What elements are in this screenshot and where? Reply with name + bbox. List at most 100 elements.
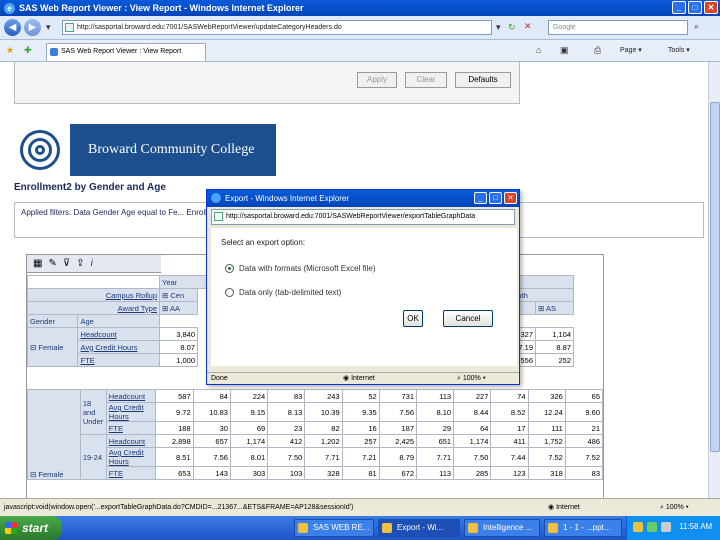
dialog-address: http://sasportal.broward.edu:7001/SASWeb… xyxy=(211,209,515,225)
filter-icon[interactable]: ⊽ xyxy=(63,258,70,269)
campus-rollup-link[interactable]: Campus Rollup xyxy=(27,288,160,302)
address-url: http://sasportal.broward.edu:7001/SASWeb… xyxy=(77,24,342,31)
export-dialog: Export - Windows Internet Explorer _ □ ✕… xyxy=(206,189,520,385)
dialog-page-icon xyxy=(214,212,223,221)
radio-excel[interactable] xyxy=(225,264,234,273)
option-excel[interactable]: Data with formats (Microsoft Excel file) xyxy=(225,264,375,273)
option-text-label: Data only (tab-delimited text) xyxy=(239,288,342,297)
dialog-title-bar: Export - Windows Internet Explorer _ □ ✕ xyxy=(207,190,519,207)
table-options-icon[interactable]: ▦ xyxy=(33,258,42,269)
windows-flag-icon xyxy=(5,522,17,534)
address-dropdown-icon[interactable]: ▾ xyxy=(496,22,501,33)
clear-button[interactable]: Clear xyxy=(405,72,447,88)
female-row-header[interactable]: ⊟ Female xyxy=(26,327,79,367)
age-1924-header: 19-24 xyxy=(79,434,107,480)
cancel-button[interactable]: Cancel xyxy=(443,310,493,327)
age-header: Age xyxy=(77,314,160,328)
history-dropdown-icon[interactable]: ▾ xyxy=(46,22,51,33)
task-sas-web-report[interactable]: SAS WEB RE... xyxy=(294,519,374,537)
south-as-header[interactable]: ⊞ AS xyxy=(535,301,574,315)
feeds-icon[interactable]: ▣ xyxy=(560,45,569,56)
dialog-status-bar: Done ◉ Internet ⌕ 100% ▾ xyxy=(207,372,519,384)
task-app-icon xyxy=(468,523,478,533)
print-icon[interactable]: ⎙ xyxy=(594,45,601,56)
window-controls: _ □ ✕ xyxy=(672,1,718,14)
tab-page-icon xyxy=(50,48,58,56)
tools-menu[interactable]: Tools ▾ xyxy=(668,46,690,54)
start-button[interactable]: start xyxy=(0,516,62,540)
status-text: javascript:void(window.open('...exportTa… xyxy=(4,504,354,511)
address-input[interactable]: http://sasportal.broward.edu:7001/SASWeb… xyxy=(62,20,492,35)
page-icon xyxy=(65,23,74,32)
refresh-icon[interactable]: ↻ xyxy=(508,22,516,33)
home-icon[interactable]: ⌂ xyxy=(536,45,541,55)
forward-icon[interactable]: ▶ xyxy=(24,19,41,36)
task-powerpoint[interactable]: 1 - 1 - ...ppt... xyxy=(544,519,622,537)
gender-header: Gender xyxy=(26,314,79,328)
task-ie-icon xyxy=(382,523,392,533)
address-toolbar: ◀ ▶ ▾ http://sasportal.broward.edu:7001/… xyxy=(0,16,720,40)
favorites-star-icon[interactable]: ★ xyxy=(6,45,14,56)
option-excel-label: Data with formats (Microsoft Excel file) xyxy=(239,264,376,273)
dialog-body: Select an export option: Data with forma… xyxy=(211,228,517,366)
logo-text: Broward Community College xyxy=(88,142,255,157)
campus-central-header[interactable]: ⊞ Cen xyxy=(159,288,198,302)
tray-volume-icon[interactable] xyxy=(661,522,671,532)
add-favorites-icon[interactable]: ✚ xyxy=(24,45,32,56)
defaults-button[interactable]: Defaults xyxy=(455,72,511,88)
window-title-bar: e SAS Web Report Viewer : View Report - … xyxy=(0,0,720,16)
search-input[interactable]: Google xyxy=(548,20,688,35)
browser-status-bar: javascript:void(window.open('...exportTa… xyxy=(0,498,720,516)
radio-text[interactable] xyxy=(225,288,234,297)
age-grid: ⊟ Female 18 and Under Headcount 587 84 22… xyxy=(27,389,604,480)
tray-network-icon[interactable] xyxy=(633,522,643,532)
back-icon[interactable]: ◀ xyxy=(4,19,21,36)
scroll-thumb[interactable] xyxy=(710,102,720,452)
export-icon[interactable]: ⇪ xyxy=(76,258,84,269)
dialog-url: http://sasportal.broward.edu:7001/SASWeb… xyxy=(226,213,476,220)
task-ie-icon xyxy=(298,523,308,533)
option-text[interactable]: Data only (tab-delimited text) xyxy=(225,288,341,297)
dialog-close-icon[interactable]: ✕ xyxy=(504,192,517,204)
female-sub-header[interactable]: ⊟ Female xyxy=(27,389,81,480)
dialog-status-done: Done xyxy=(211,375,228,382)
tray-security-icon[interactable] xyxy=(647,522,657,532)
tools-menu-label: Tools xyxy=(668,47,685,54)
info-icon[interactable]: i xyxy=(91,258,93,269)
dialog-minimize-icon[interactable]: _ xyxy=(474,192,487,204)
page-menu-label: Page xyxy=(620,47,637,54)
dialog-status-zone: ◉ Internet xyxy=(343,375,375,382)
dialog-ie-icon xyxy=(211,193,221,203)
search-icon[interactable]: ⌕ xyxy=(694,21,699,32)
minimize-icon[interactable]: _ xyxy=(672,1,686,14)
task-ppt-icon xyxy=(548,523,558,533)
award-type-link[interactable]: Award Type xyxy=(27,301,160,315)
taskbar: start SAS WEB RE... Export - Wi... Intel… xyxy=(0,516,720,540)
report-title: Enrollment2 by Gender and Age xyxy=(14,182,166,193)
task-export[interactable]: Export - Wi... xyxy=(378,519,460,537)
stop-icon[interactable]: ✕ xyxy=(524,21,532,32)
clock: 11:58 AM xyxy=(679,522,713,531)
window-title: SAS Web Report Viewer : View Report - Wi… xyxy=(19,3,304,13)
close-icon[interactable]: ✕ xyxy=(704,1,718,14)
export-prompt: Select an export option: xyxy=(221,238,306,247)
status-zoom[interactable]: ⌕ 100% ▾ xyxy=(660,499,689,516)
system-tray: 11:58 AM xyxy=(626,516,720,540)
dialog-status-zoom[interactable]: ⌕ 100% ▾ xyxy=(457,373,486,385)
tab-bar: ★ ✚ SAS Web Report Viewer : View Report … xyxy=(0,40,720,62)
ok-button[interactable]: OK xyxy=(403,310,423,327)
ie-icon: e xyxy=(4,2,15,14)
logo-mark xyxy=(14,124,70,176)
age-18-header: 18 and Under xyxy=(79,389,107,435)
page-menu[interactable]: Page ▾ xyxy=(620,46,642,54)
apply-button[interactable]: Apply xyxy=(357,72,397,88)
maximize-icon[interactable]: □ xyxy=(688,1,702,14)
aa-header[interactable]: ⊞ AA xyxy=(159,301,198,315)
task-intelligence[interactable]: Intelligence ... xyxy=(464,519,540,537)
college-logo: Broward Community College xyxy=(14,124,276,176)
edit-icon[interactable]: ✎ xyxy=(48,258,56,269)
vertical-scrollbar[interactable] xyxy=(708,62,720,498)
tab-sas-report[interactable]: SAS Web Report Viewer : View Report xyxy=(46,43,206,61)
dialog-maximize-icon[interactable]: □ xyxy=(489,192,502,204)
filter-panel: Apply Clear Defaults xyxy=(14,62,520,104)
